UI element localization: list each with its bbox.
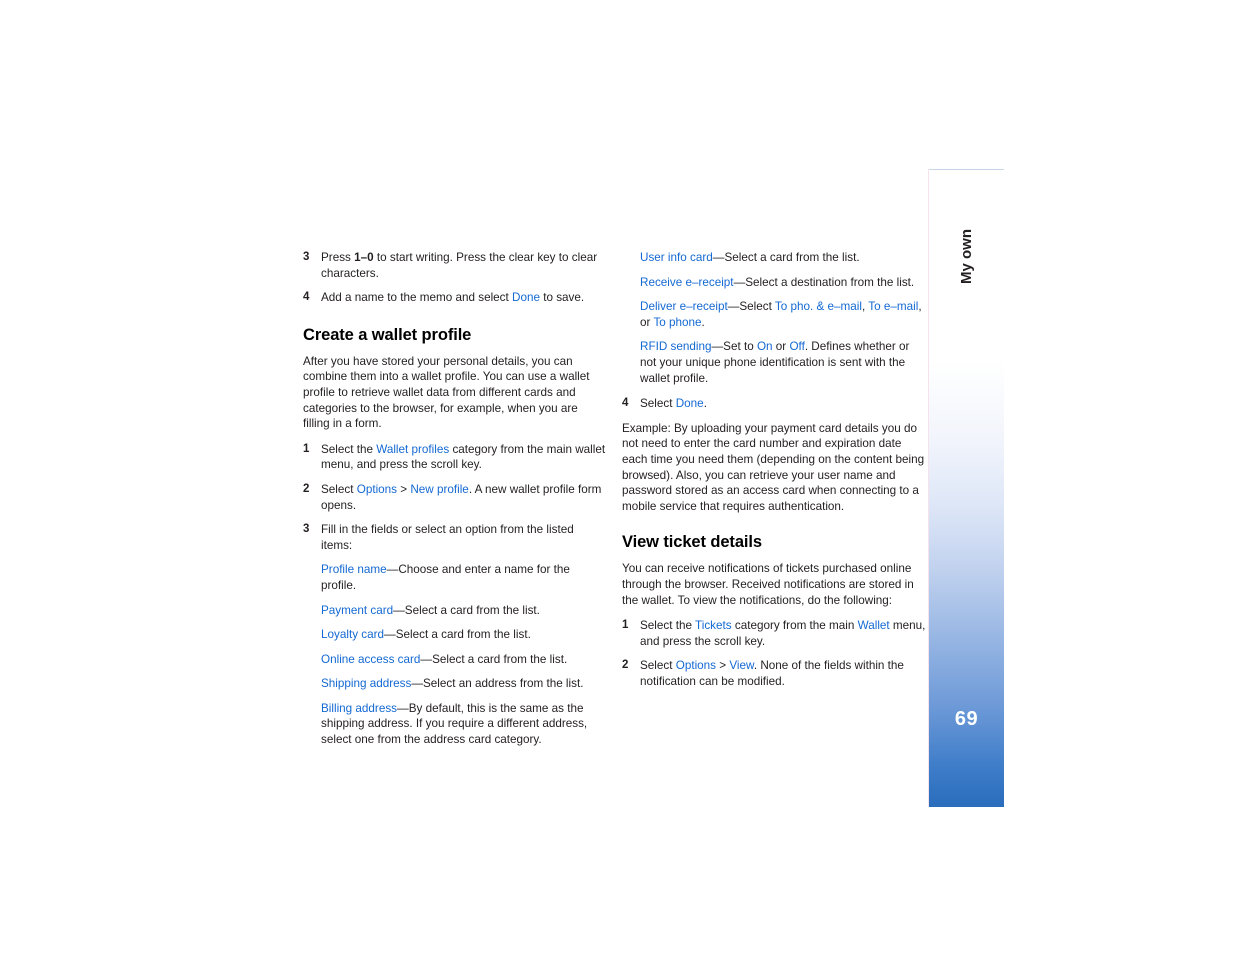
inline-ui-term: Done — [675, 397, 704, 411]
inline-text: —Select a card from the list. — [420, 652, 568, 666]
field-definition: Billing address—By default, this is the … — [303, 701, 607, 748]
field-definition: Profile name—Choose and enter a name for… — [303, 562, 607, 593]
create-profile-final-step: 4 Select Done. — [622, 396, 926, 412]
numbered-step: 4 Select Done. — [622, 396, 926, 412]
inline-ui-term: Online access card — [321, 652, 421, 666]
inline-ui-term: RFID sending — [640, 340, 712, 354]
numbered-step: 1 Select the Tickets category from the ma… — [622, 618, 926, 649]
step-number: 1 — [303, 442, 310, 455]
profile-field-definitions-continued: User info card—Select a card from the li… — [622, 250, 926, 386]
inline-text: Press — [321, 251, 355, 264]
right-text-column: User info card—Select a card from the li… — [622, 250, 926, 698]
inline-text: category from the main — [731, 619, 858, 633]
inline-ui-term: Tickets — [695, 619, 732, 633]
inline-ui-term: To phone — [653, 315, 702, 329]
field-definition: RFID sending—Set to On or Off. Defines w… — [622, 339, 926, 386]
chapter-tab-label: My own — [958, 229, 975, 284]
inline-text: . — [701, 315, 705, 329]
inline-text: . — [703, 397, 707, 411]
inline-ui-term: Shipping address — [321, 677, 412, 691]
inline-text: —Select a card from the list. — [712, 251, 860, 264]
manual-page: 3 Press 1–0 to start writing. Press the c… — [0, 0, 1235, 954]
chapter-tab-sidebar: My own 69 — [929, 169, 1004, 807]
inline-text: —Select a destination from the list. — [733, 275, 915, 289]
inline-ui-term: To e–mail — [868, 300, 919, 314]
inline-text: —Select — [727, 300, 775, 314]
inline-ui-term: Options — [675, 659, 717, 673]
inline-ui-term: Done — [512, 291, 540, 305]
inline-ui-term: User info card — [640, 251, 713, 264]
section-heading-create-wallet-profile: Create a wallet profile — [303, 325, 472, 344]
inline-text: Select — [321, 482, 357, 496]
page-number: 69 — [954, 708, 979, 730]
left-text-column: 3 Press 1–0 to start writing. Press the c… — [303, 250, 607, 758]
inline-ui-term: Payment card — [321, 603, 394, 617]
view-ticket-steps: 1 Select the Tickets category from the ma… — [622, 618, 926, 689]
inline-text: to save. — [539, 291, 585, 305]
create-profile-steps: 1 Select the Wallet profiles category fro… — [303, 442, 607, 554]
numbered-step: 2 Select Options > New profile. A new wal… — [303, 482, 607, 513]
step-number: 3 — [303, 523, 310, 536]
inline-text: > — [397, 482, 411, 496]
step-number: 1 — [622, 619, 629, 632]
numbered-step: 3 Press 1–0 to start writing. Press the c… — [303, 250, 607, 281]
inline-ui-term: Profile name — [321, 563, 387, 577]
field-definition: Deliver e–receipt—Select To pho. & e–mai… — [622, 299, 926, 330]
inline-text: Select the — [321, 442, 377, 456]
create-profile-field-definitions: Profile name—Choose and enter a name for… — [303, 562, 607, 747]
inline-text: Fill in the fields or select an option f… — [321, 523, 574, 552]
step-text: Press 1–0 to start writing. Press the cl… — [321, 251, 597, 280]
step-text: Select Done. — [640, 397, 707, 410]
numbered-step: 2 Select Options > View. None of the fiel… — [622, 658, 926, 689]
step-text: Select Options > View. None of the field… — [640, 659, 904, 688]
step-text: Select Options > New profile. A new wall… — [321, 483, 601, 512]
field-definition: Receive e–receipt—Select a destination f… — [622, 275, 926, 291]
inline-ui-term: Wallet — [857, 619, 890, 633]
inline-text: Select — [640, 659, 676, 673]
inline-ui-term: Options — [356, 482, 398, 496]
inline-ui-term: Deliver e–receipt — [640, 300, 728, 314]
numbered-step: 4 Add a name to the memo and select Done … — [303, 290, 607, 306]
inline-ui-term: New profile — [410, 482, 469, 496]
inline-text: Add a name to the memo and select — [321, 291, 513, 305]
create-profile-intro-paragraph: After you have stored your personal deta… — [303, 354, 590, 431]
inline-key-label: 1–0 — [354, 251, 374, 264]
inline-text: > — [716, 659, 730, 673]
left-top-steps: 3 Press 1–0 to start writing. Press the c… — [303, 250, 607, 306]
step-text: Add a name to the memo and select Done t… — [321, 291, 584, 304]
inline-ui-term: Loyalty card — [321, 628, 385, 642]
inline-ui-term: To pho. & e–mail — [774, 300, 862, 314]
view-ticket-intro-paragraph: You can receive notifications of tickets… — [622, 562, 914, 607]
numbered-step: 3 Fill in the fields or select an option … — [303, 522, 607, 553]
step-text: Select the Wallet profiles category from… — [321, 443, 605, 472]
step-number: 2 — [622, 659, 629, 672]
step-number: 3 — [303, 251, 310, 263]
inline-text: —Select a card from the list. — [393, 603, 540, 617]
field-definition: User info card—Select a card from the li… — [622, 250, 926, 266]
field-definition: Loyalty card—Select a card from the list… — [303, 627, 607, 643]
inline-ui-term: Off — [789, 340, 805, 354]
inline-text: or — [772, 340, 790, 354]
step-number: 4 — [303, 291, 310, 304]
step-number: 2 — [303, 482, 310, 495]
field-definition: Online access card—Select a card from th… — [303, 652, 607, 668]
inline-ui-term: Wallet profiles — [376, 442, 450, 456]
section-heading-view-ticket-details: View ticket details — [622, 533, 762, 552]
numbered-step: 1 Select the Wallet profiles category fro… — [303, 442, 607, 473]
inline-text: —Set to — [711, 340, 757, 354]
inline-ui-term: On — [756, 340, 773, 354]
step-text: Fill in the fields or select an option f… — [321, 523, 574, 552]
field-definition: Payment card—Select a card from the list… — [303, 603, 607, 619]
example-paragraph: Example: By uploading your payment card … — [622, 421, 925, 513]
inline-ui-term: View — [729, 659, 754, 673]
inline-text: Select — [640, 397, 676, 411]
field-definition: Shipping address—Select an address from … — [303, 676, 607, 692]
inline-ui-term: Receive e–receipt — [640, 275, 734, 289]
step-number: 4 — [622, 397, 629, 410]
inline-text: Select the — [640, 619, 696, 633]
inline-text: —Select a card from the list. — [384, 628, 531, 642]
inline-text: —Select an address from the list. — [411, 677, 584, 691]
step-text: Select the Tickets category from the mai… — [640, 619, 925, 648]
inline-ui-term: Billing address — [321, 701, 398, 715]
